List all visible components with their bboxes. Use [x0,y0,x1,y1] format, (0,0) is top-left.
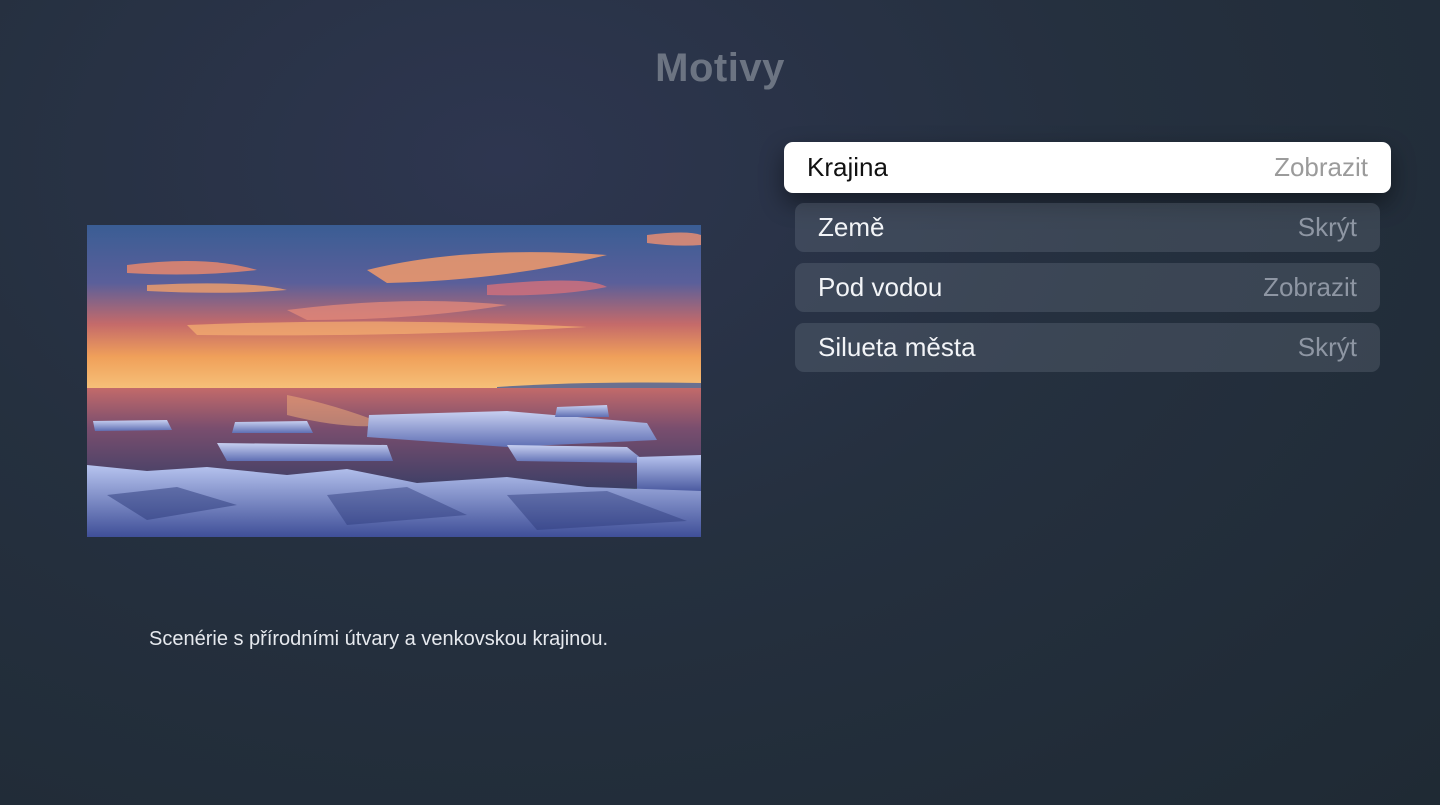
page-title: Motivy [655,46,785,90]
theme-item-label: Silueta města [818,332,976,362]
theme-item-value: Zobrazit [1274,152,1368,182]
theme-item-krajina[interactable]: Krajina Zobrazit [784,142,1391,193]
theme-item-pod-vodou[interactable]: Pod vodou Zobrazit [795,263,1380,312]
theme-description: Scenérie s přírodními útvary a venkovsko… [149,628,609,650]
theme-item-label: Pod vodou [818,272,943,302]
theme-item-value: Skrýt [1297,212,1357,242]
theme-item-value: Skrýt [1297,332,1357,362]
theme-item-silueta-mesta[interactable]: Silueta města Skrýt [795,323,1380,372]
theme-item-label: Krajina [807,152,888,182]
theme-item-value: Zobrazit [1263,272,1357,302]
theme-item-zeme[interactable]: Země Skrýt [795,203,1380,252]
theme-item-label: Země [818,212,885,242]
preview-image [87,225,701,537]
